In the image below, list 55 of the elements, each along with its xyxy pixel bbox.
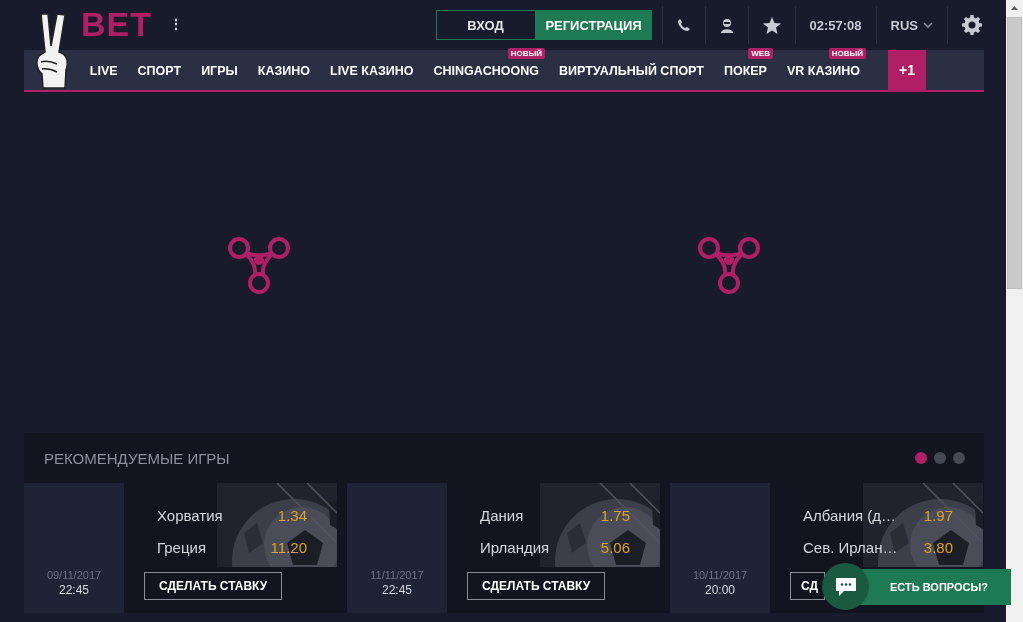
nav-link[interactable]: ПОКЕР (723, 64, 767, 78)
caret-icon (923, 22, 933, 28)
team-name: Хорватия (157, 506, 223, 524)
page-dot[interactable] (915, 452, 927, 464)
place-bet-button[interactable]: СДЕЛАТЬ СТАВКУ (144, 572, 283, 600)
register-button[interactable]: РЕГИСТРАЦИЯ (535, 10, 652, 40)
language-dropdown[interactable]: RUS (890, 17, 933, 33)
odds-value[interactable]: 1.97 (923, 506, 953, 524)
menu-button[interactable]: ⋮ (166, 14, 186, 34)
star-icon[interactable] (762, 16, 781, 34)
page-dot[interactable] (934, 452, 946, 464)
nav-link[interactable]: LIVE КАЗИНО (330, 64, 414, 78)
match-time: 22:45 (382, 583, 412, 597)
scroll-up-arrow-icon[interactable] (1011, 6, 1018, 10)
odds-value[interactable]: 5.06 (600, 538, 630, 556)
place-bet-button[interactable]: СДЕЛАТЬ СТАВКУ (467, 572, 606, 600)
chat-bubble-icon (835, 577, 856, 596)
spinner-icon (227, 235, 291, 296)
team-name: Албания (д… (803, 506, 897, 524)
match-date: 11/11/2017 (370, 569, 424, 581)
spinner-icon (697, 235, 761, 296)
nav-badge: НОВЫЙ (507, 48, 546, 59)
match-date: 10/11/2017 (692, 569, 748, 581)
nav-link[interactable]: ИГРЫ (201, 64, 238, 78)
nav-badge: НОВЫЙ (828, 48, 866, 59)
odds-value[interactable]: 1.75 (600, 506, 630, 524)
login-button[interactable]: ВХОД (435, 10, 536, 40)
nav-link[interactable]: LIVE (89, 64, 118, 78)
section-title: РЕКОМЕНДУЕМЫЕ ИГРЫ (44, 449, 230, 467)
nav-link[interactable]: VR КАЗИНО (786, 64, 860, 78)
team-name: Греция (157, 538, 207, 556)
match-date: 09/11/2017 (46, 569, 102, 581)
nav-link[interactable]: CHINGACHOONG (433, 64, 540, 78)
match-time: 22:45 (59, 583, 89, 597)
page-dot[interactable] (953, 452, 965, 464)
team-name: Ирландия (480, 538, 550, 556)
chat-button[interactable]: ЕСТЬ ВОПРОСЫ? (859, 568, 1011, 605)
nav-badge: WEB (748, 48, 773, 59)
odds-value[interactable]: 1.34 (277, 506, 307, 524)
scrollbar[interactable] (1006, 0, 1023, 622)
team-name: Дания (480, 506, 524, 524)
clock-time: 02:57:08 (809, 17, 862, 33)
odds-value[interactable]: 3.80 (923, 538, 953, 556)
team-name: Сев. Ирлан… (803, 538, 898, 556)
match-time: 20:00 (705, 583, 735, 597)
nav-link[interactable]: КАЗИНО (257, 64, 310, 78)
support-agent-icon[interactable] (719, 17, 734, 33)
phone-icon[interactable] (676, 18, 691, 32)
more-button[interactable]: +1 (888, 50, 926, 90)
place-bet-button[interactable]: СД (790, 572, 826, 600)
odds-value[interactable]: 11.20 (270, 538, 307, 556)
scrollbar-thumb[interactable] (1007, 17, 1022, 289)
settings-icon[interactable] (962, 15, 982, 35)
nav-link[interactable]: ВИРТУАЛЬНЫЙ СПОРТ (559, 64, 704, 78)
nav-link[interactable]: СПОРТ (137, 64, 182, 78)
